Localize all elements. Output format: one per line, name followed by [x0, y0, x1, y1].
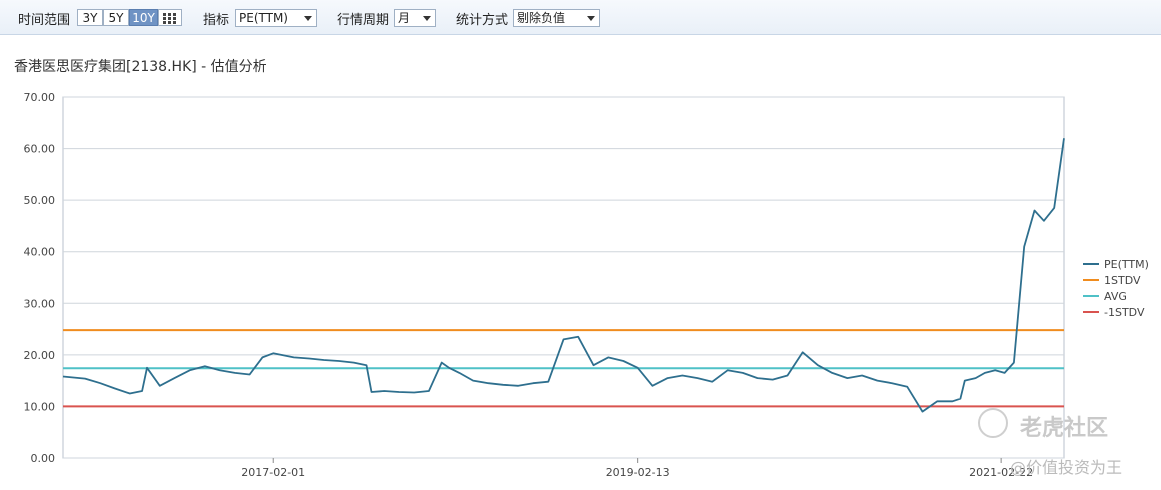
legend-entry: -1STDV: [1104, 306, 1145, 319]
watermark-brand: 老虎社区: [1020, 416, 1109, 441]
y-tick-label: 20.00: [24, 349, 56, 362]
legend-entry: 1STDV: [1104, 274, 1141, 287]
brand-logo-icon: [978, 408, 1008, 438]
y-tick-label: 0.00: [31, 452, 56, 465]
legend-entry: PE(TTM): [1104, 258, 1149, 271]
plot-area: [62, 96, 1065, 459]
y-tick-label: 10.00: [24, 400, 56, 413]
x-tick-label: 2019-02-13: [606, 466, 670, 479]
legend-entry: AVG: [1104, 290, 1127, 303]
y-tick-label: 70.00: [24, 91, 56, 104]
y-tick-label: 60.00: [24, 143, 56, 156]
y-tick-label: 40.00: [24, 246, 56, 259]
y-tick-label: 50.00: [24, 194, 56, 207]
y-tick-label: 30.00: [24, 297, 56, 310]
watermark-author: @价值投资为王: [1010, 458, 1123, 477]
x-tick-label: 2017-02-01: [241, 466, 305, 479]
